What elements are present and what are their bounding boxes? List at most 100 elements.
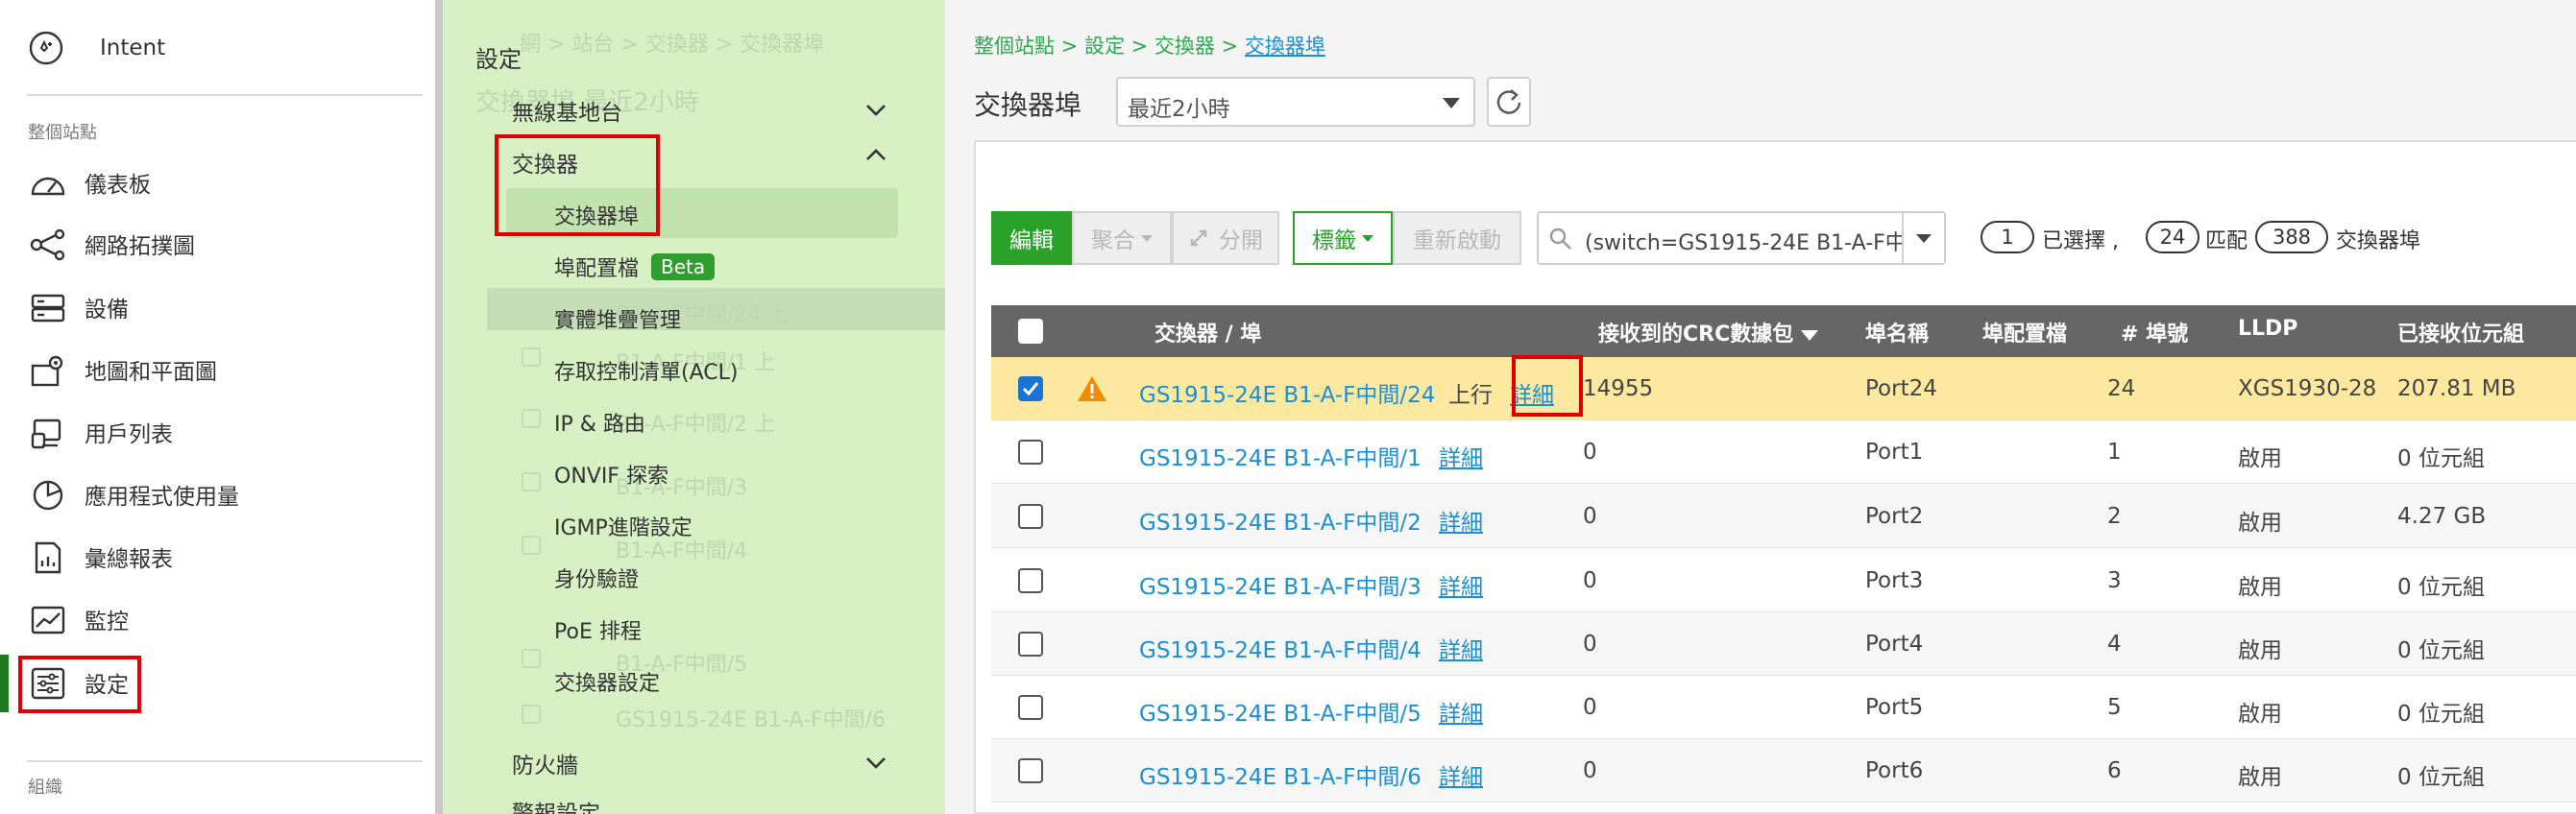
submenu-group-wireless[interactable]: 無線基地台: [512, 94, 622, 127]
port-link[interactable]: GS1915-24E B1-A-F中間/24: [1139, 376, 1435, 409]
port-link[interactable]: GS1915-24E B1-A-F中間/6: [1139, 758, 1422, 791]
port-link[interactable]: GS1915-24E B1-A-F中間/5: [1139, 695, 1422, 728]
submenu-group-firewall[interactable]: 防火牆: [512, 747, 578, 779]
submenu-item-switch-ports[interactable]: 交換器埠: [554, 200, 639, 230]
lldp-value: 啟用: [2238, 575, 2282, 600]
row-checkbox[interactable]: [1018, 568, 1043, 593]
chevron-down-icon[interactable]: [865, 756, 887, 770]
detail-link[interactable]: 詳細: [1510, 376, 1554, 409]
tags-label: 標籤: [1312, 228, 1356, 253]
col-switch-port[interactable]: 交換器 / 埠: [1154, 317, 1261, 347]
nav-item-monitor[interactable]: 監控: [0, 592, 435, 646]
bytes-value: 0 位元組: [2397, 765, 2485, 790]
split-icon: [1190, 229, 1207, 247]
detail-link[interactable]: 詳細: [1439, 440, 1483, 472]
submenu-item-poe-schedule[interactable]: PoE 排程: [554, 614, 642, 645]
edit-button[interactable]: 編輯: [991, 211, 1072, 265]
refresh-icon: [1496, 89, 1521, 114]
table-row[interactable]: GS1915-24E B1-A-F中間/3 詳細 0 Port3 3 啟用 0 …: [991, 549, 2576, 612]
submenu-item-port-profile[interactable]: 埠配置檔: [554, 251, 639, 282]
port-name-value: Port24: [1865, 376, 1937, 401]
col-bytes-received[interactable]: 已接收位元組: [2397, 317, 2524, 347]
nav-item-settings[interactable]: 設定: [0, 656, 435, 709]
port-link[interactable]: GS1915-24E B1-A-F中間/2: [1139, 504, 1422, 537]
report-icon: [29, 541, 67, 574]
lldp-value: 啟用: [2238, 511, 2282, 536]
row-checkbox[interactable]: [1018, 695, 1043, 720]
port-link[interactable]: GS1915-24E B1-A-F中間/1: [1139, 440, 1422, 472]
bytes-value: 0 位元組: [2397, 638, 2485, 663]
nav-item-clients[interactable]: 用戶列表: [0, 405, 435, 459]
port-number-value: 6: [2107, 758, 2122, 783]
row-checkbox[interactable]: [1018, 632, 1043, 657]
chevron-up-icon[interactable]: [865, 148, 887, 161]
detail-link[interactable]: 詳細: [1439, 504, 1483, 537]
submenu-item-onvif[interactable]: ONVIF 探索: [554, 459, 668, 490]
table-row[interactable]: GS1915-24E B1-A-F中間/2 詳細 0 Port2 2 啟用 4.…: [991, 485, 2576, 548]
nav-item-reports[interactable]: 彙總報表: [0, 530, 435, 584]
aggregate-label: 聚合: [1091, 228, 1135, 253]
breadcrumb-settings[interactable]: 設定: [1084, 35, 1125, 58]
aggregate-button[interactable]: 聚合: [1072, 211, 1172, 265]
search-icon: [1549, 227, 1571, 250]
caret-down-icon: [1141, 234, 1153, 242]
table-row[interactable]: GS1915-24E B1-A-F中間/1 詳細 0 Port1 1 啟用 0 …: [991, 420, 2576, 484]
col-crc[interactable]: 接收到的CRC數據包: [1598, 317, 1819, 347]
refresh-button[interactable]: [1487, 77, 1531, 127]
nav-item-app-usage[interactable]: 應用程式使用量: [0, 467, 435, 521]
settings-submenu: 網 > 站台 > 交換器 > 交換器埠 交換器埠 最近2小時 B1-A-F中間/…: [435, 0, 945, 814]
submenu-group-alerts[interactable]: 警報設定: [512, 795, 600, 814]
nav-item-topology[interactable]: 網路拓撲圖: [0, 217, 435, 271]
col-lldp[interactable]: LLDP: [2238, 317, 2297, 341]
time-range-select[interactable]: 最近2小時: [1116, 77, 1475, 127]
row-checkbox[interactable]: [1018, 504, 1043, 529]
detail-link[interactable]: 詳細: [1439, 758, 1483, 791]
port-link[interactable]: GS1915-24E B1-A-F中間/3: [1139, 568, 1422, 601]
breadcrumb-site[interactable]: 整個站點: [974, 35, 1055, 58]
detail-link[interactable]: 詳細: [1439, 695, 1483, 728]
search-dropdown-button[interactable]: [1902, 213, 1944, 263]
submenu-group-switch[interactable]: 交換器: [512, 146, 578, 179]
table-row[interactable]: GS1915-24E B1-A-F中間/24 上行 詳細 14955 Port2…: [991, 357, 2576, 420]
matched-label: 匹配: [2205, 229, 2248, 253]
col-port-number[interactable]: # 埠號: [2121, 317, 2188, 347]
row-checkbox[interactable]: [1018, 376, 1043, 401]
nav-item-label: 儀表板: [85, 173, 151, 198]
split-button[interactable]: 分開: [1172, 211, 1279, 265]
breadcrumb-current[interactable]: 交換器埠: [1245, 35, 1325, 58]
submenu-item-igmp[interactable]: IGMP進階設定: [554, 511, 693, 541]
sort-desc-icon: [1801, 330, 1819, 341]
submenu-item-switch-settings[interactable]: 交換器設定: [554, 666, 660, 697]
table-row[interactable]: GS1915-24E B1-A-F中間/6 詳細 0 Port6 6 啟用 0 …: [991, 739, 2576, 802]
tags-button[interactable]: 標籤: [1293, 211, 1393, 265]
col-port-profile[interactable]: 埠配置檔: [1982, 317, 2067, 347]
submenu-item-ip-routing[interactable]: IP & 路由: [554, 407, 645, 438]
row-checkbox[interactable]: [1018, 440, 1043, 465]
row-checkbox[interactable]: [1018, 758, 1043, 783]
nav-intent[interactable]: Intent: [27, 23, 165, 73]
submenu-title: 設定: [475, 46, 522, 73]
crc-value: 0: [1583, 504, 1597, 529]
col-port-name[interactable]: 埠名稱: [1865, 317, 1929, 347]
submenu-item-acl[interactable]: 存取控制清單(ACL): [554, 355, 738, 386]
search-input[interactable]: (switch=GS1915-24E B1-A-F中間): [1585, 226, 1902, 256]
nav-item-dashboard[interactable]: 儀表板: [0, 156, 435, 209]
restart-button[interactable]: 重新啟動: [1393, 211, 1521, 265]
breadcrumb-switch[interactable]: 交換器: [1154, 35, 1215, 58]
detail-link[interactable]: 詳細: [1439, 568, 1483, 601]
search-box[interactable]: (switch=GS1915-24E B1-A-F中間): [1537, 211, 1946, 265]
nav-item-maps[interactable]: 地圖和平面圖: [0, 343, 435, 396]
table-row[interactable]: GS1915-24E B1-A-F中間/5 詳細 0 Port5 5 啟用 0 …: [991, 676, 2576, 739]
submenu-item-stacking[interactable]: 實體堆疊管理: [554, 303, 681, 334]
detail-link[interactable]: 詳細: [1439, 632, 1483, 664]
nav-item-label: 設定: [85, 673, 129, 698]
submenu-item-auth[interactable]: 身份驗證: [554, 563, 639, 593]
chevron-down-icon[interactable]: [865, 104, 887, 117]
port-link[interactable]: GS1915-24E B1-A-F中間/4: [1139, 632, 1422, 664]
nav-item-label: 地圖和平面圖: [85, 360, 217, 385]
nav-item-devices[interactable]: 設備: [0, 280, 435, 334]
ghost-checkbox: [522, 299, 541, 319]
select-all-checkbox[interactable]: [1018, 319, 1043, 344]
table-row[interactable]: GS1915-24E B1-A-F中間/4 詳細 0 Port4 4 啟用 0 …: [991, 612, 2576, 676]
warning-icon: [1078, 376, 1106, 401]
